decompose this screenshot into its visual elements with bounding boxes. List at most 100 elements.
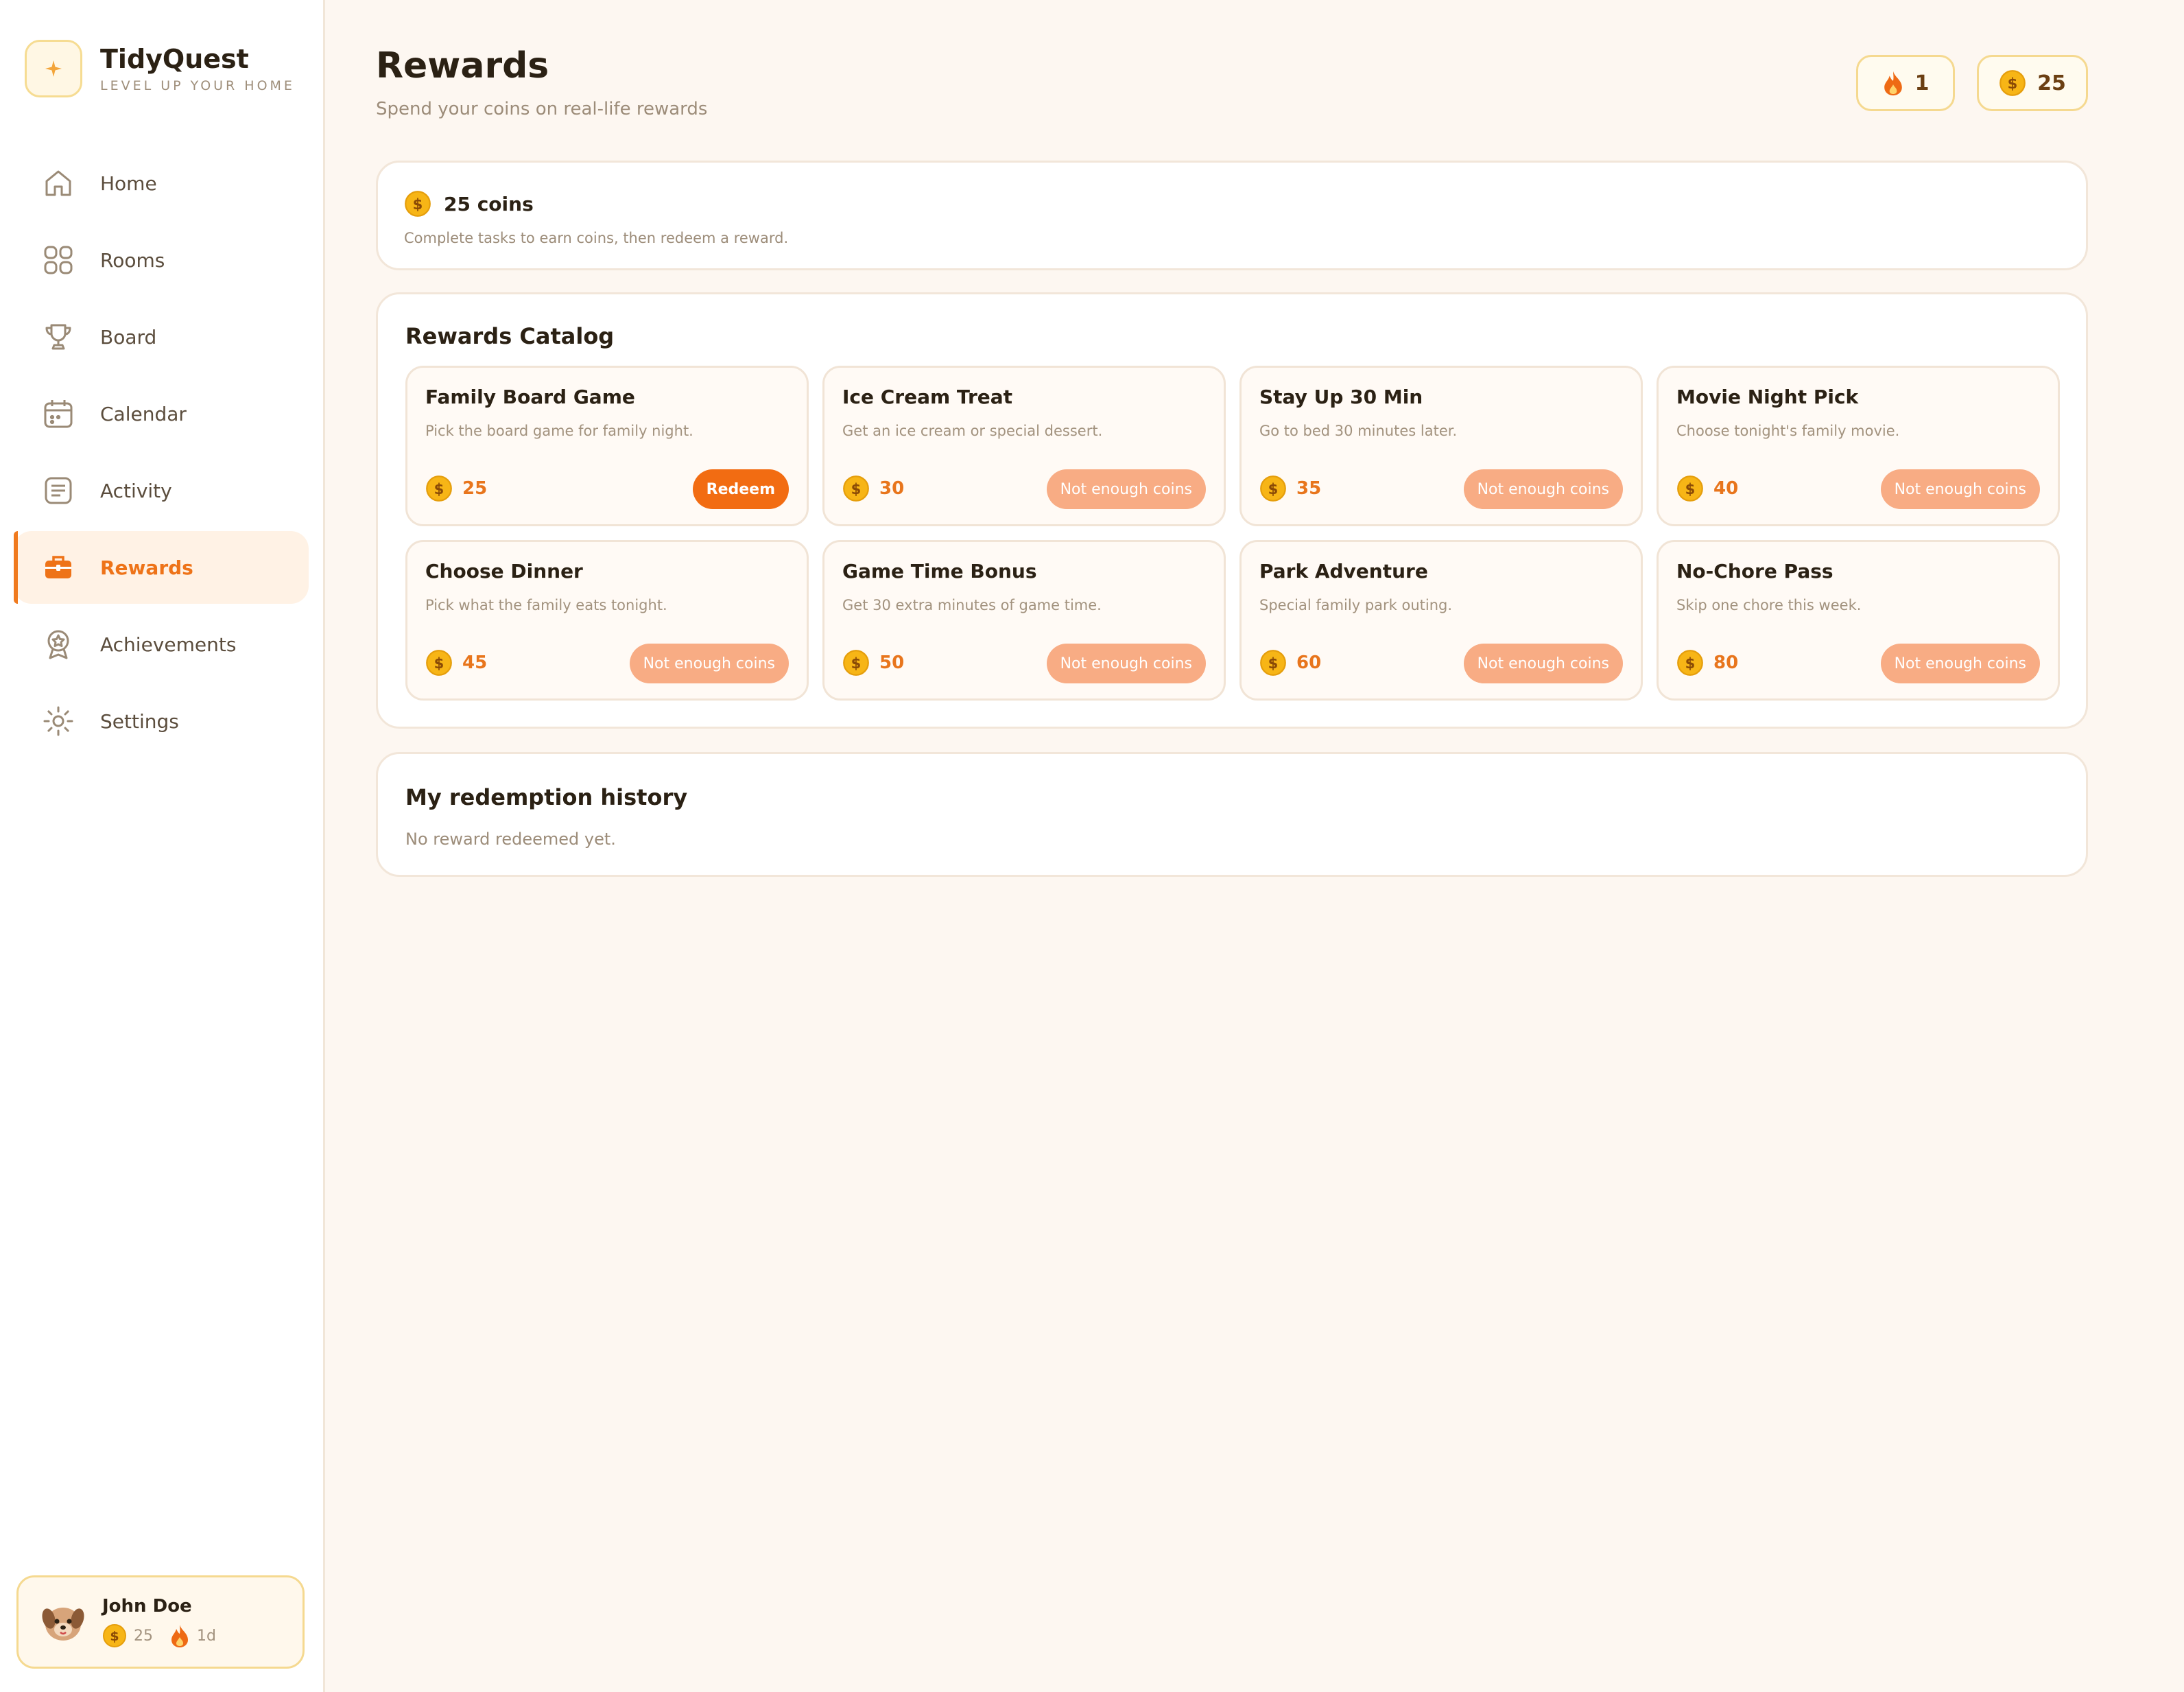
sidebar-item-home[interactable]: Home (14, 147, 309, 220)
section-title: Rewards Catalog (405, 323, 615, 349)
not-enough-coins-button[interactable]: Not enough coins (1463, 469, 1623, 509)
page-title: Rewards (376, 45, 549, 86)
reward-cost: $50 (842, 649, 904, 677)
reward-card: Stay Up 30 Min Go to bed 30 minutes later… (1239, 366, 1643, 526)
not-enough-coins-button[interactable]: Not enough coins (1880, 644, 2040, 683)
reward-cost-value: 40 (1713, 478, 1739, 499)
brand-tagline: LEVEL UP YOUR HOME (100, 78, 295, 93)
reward-card: Park Adventure Special family park outing… (1239, 540, 1643, 701)
reward-title: Choose Dinner (425, 560, 583, 583)
svg-text:$: $ (1268, 655, 1279, 672)
sidebar-item-label: Settings (100, 709, 179, 733)
home-icon (41, 166, 75, 200)
not-enough-coins-button[interactable]: Not enough coins (1463, 644, 1623, 683)
svg-text:$: $ (434, 655, 444, 672)
gift-box-icon (41, 550, 75, 585)
flame-icon (1884, 71, 1902, 96)
not-enough-coins-button[interactable]: Not enough coins (1880, 469, 2040, 509)
user-coins: 25 (134, 1627, 153, 1645)
reward-title: Park Adventure (1259, 560, 1428, 583)
sidebar-item-calendar[interactable]: Calendar (14, 377, 309, 450)
balance-note: Complete tasks to earn coins, then redee… (404, 230, 789, 246)
not-enough-coins-button[interactable]: Not enough coins (1046, 469, 1206, 509)
sidebar-item-board[interactable]: Board (14, 301, 309, 373)
history-empty-message: No reward redeemed yet. (405, 830, 616, 849)
not-enough-coins-button[interactable]: Not enough coins (629, 644, 789, 683)
coin-icon: $ (1999, 70, 2026, 96)
svg-text:$: $ (413, 196, 423, 213)
gear-icon (41, 704, 75, 738)
app-root: TidyQuest LEVEL UP YOUR HOME Home Rooms … (0, 0, 2184, 1692)
svg-text:$: $ (1685, 480, 1696, 497)
user-streak: 1d (197, 1627, 216, 1645)
streak-badge: 1 (1856, 55, 1955, 111)
rewards-catalog: Rewards Catalog Family Board Game Pick th… (376, 292, 2088, 729)
grid-icon (41, 243, 75, 277)
streak-value: 1 (1914, 71, 1930, 95)
avatar (39, 1598, 87, 1646)
reward-title: Game Time Bonus (842, 560, 1037, 583)
svg-text:$: $ (1268, 480, 1279, 497)
sidebar-item-rewards[interactable]: Rewards (14, 531, 309, 604)
redemption-history: My redemption history No reward redeemed… (376, 752, 2088, 877)
sparkle-icon (25, 40, 82, 97)
coin-icon: $ (405, 191, 431, 217)
not-enough-coins-button[interactable]: Not enough coins (1046, 644, 1206, 683)
svg-text:$: $ (851, 480, 862, 497)
coin-icon: $ (1260, 475, 1286, 502)
sidebar-item-label: Home (100, 172, 157, 195)
brand-title: TidyQuest (100, 44, 249, 74)
reward-title: Family Board Game (425, 386, 635, 408)
reward-description: Choose tonight's family movie. (1676, 423, 1900, 439)
reward-card: Game Time Bonus Get 30 extra minutes of g… (822, 540, 1226, 701)
sidebar-item-achievements[interactable]: Achievements (14, 608, 309, 681)
sidebar-item-label: Calendar (100, 402, 187, 425)
reward-cost: $80 (1676, 649, 1738, 677)
svg-text:$: $ (851, 655, 862, 672)
user-profile-card[interactable]: John Doe $ 25 1d (16, 1575, 305, 1669)
coin-icon: $ (426, 475, 452, 502)
coin-icon: $ (1677, 650, 1703, 676)
coin-balance-card: $ 25 coins Complete tasks to earn coins,… (376, 161, 2088, 270)
sidebar-item-label: Board (100, 325, 157, 349)
sidebar-item-rooms[interactable]: Rooms (14, 224, 309, 296)
reward-cost: $45 (425, 649, 487, 677)
reward-card: Family Board Game Pick the board game for… (405, 366, 809, 526)
coin-icon: $ (1677, 475, 1703, 502)
coin-balance-badge: $ 25 (1977, 55, 2088, 111)
reward-card: Choose Dinner Pick what the family eats t… (405, 540, 809, 701)
reward-card: No-Chore Pass Skip one chore this week. $8… (1657, 540, 2060, 701)
coin-icon: $ (843, 475, 869, 502)
user-name: John Doe (102, 1596, 192, 1617)
medal-icon (41, 627, 75, 661)
reward-description: Get 30 extra minutes of game time. (842, 597, 1102, 613)
coin-value: 25 (2037, 71, 2066, 95)
user-stats: $ 25 1d (102, 1623, 216, 1648)
reward-cost-value: 60 (1296, 653, 1322, 673)
svg-text:$: $ (2008, 75, 2018, 92)
reward-cost-value: 25 (462, 478, 488, 499)
reward-cost: $40 (1676, 475, 1738, 502)
reward-card: Movie Night Pick Choose tonight's family … (1657, 366, 2060, 526)
reward-cost: $60 (1259, 649, 1321, 677)
sidebar-item-label: Activity (100, 479, 172, 502)
trophy-icon (41, 320, 75, 354)
reward-description: Special family park outing. (1259, 597, 1453, 613)
reward-title: Stay Up 30 Min (1259, 386, 1423, 408)
main-content: Rewards Spend your coins on real-life re… (325, 0, 2184, 1692)
coin-icon: $ (426, 650, 452, 676)
reward-cost-value: 45 (462, 653, 488, 673)
sidebar: TidyQuest LEVEL UP YOUR HOME Home Rooms … (0, 0, 325, 1692)
reward-description: Pick the board game for family night. (425, 423, 693, 439)
svg-text:$: $ (110, 1629, 119, 1644)
sidebar-item-settings[interactable]: Settings (14, 685, 309, 757)
brand[interactable]: TidyQuest LEVEL UP YOUR HOME (25, 40, 295, 97)
redeem-button[interactable]: Redeem (692, 469, 789, 509)
reward-title: Ice Cream Treat (842, 386, 1013, 408)
reward-cost: $30 (842, 475, 904, 502)
reward-description: Go to bed 30 minutes later. (1259, 423, 1458, 439)
reward-card: Ice Cream Treat Get an ice cream or speci… (822, 366, 1226, 526)
sidebar-item-activity[interactable]: Activity (14, 454, 309, 527)
svg-text:$: $ (434, 480, 444, 497)
reward-cost-value: 30 (879, 478, 905, 499)
